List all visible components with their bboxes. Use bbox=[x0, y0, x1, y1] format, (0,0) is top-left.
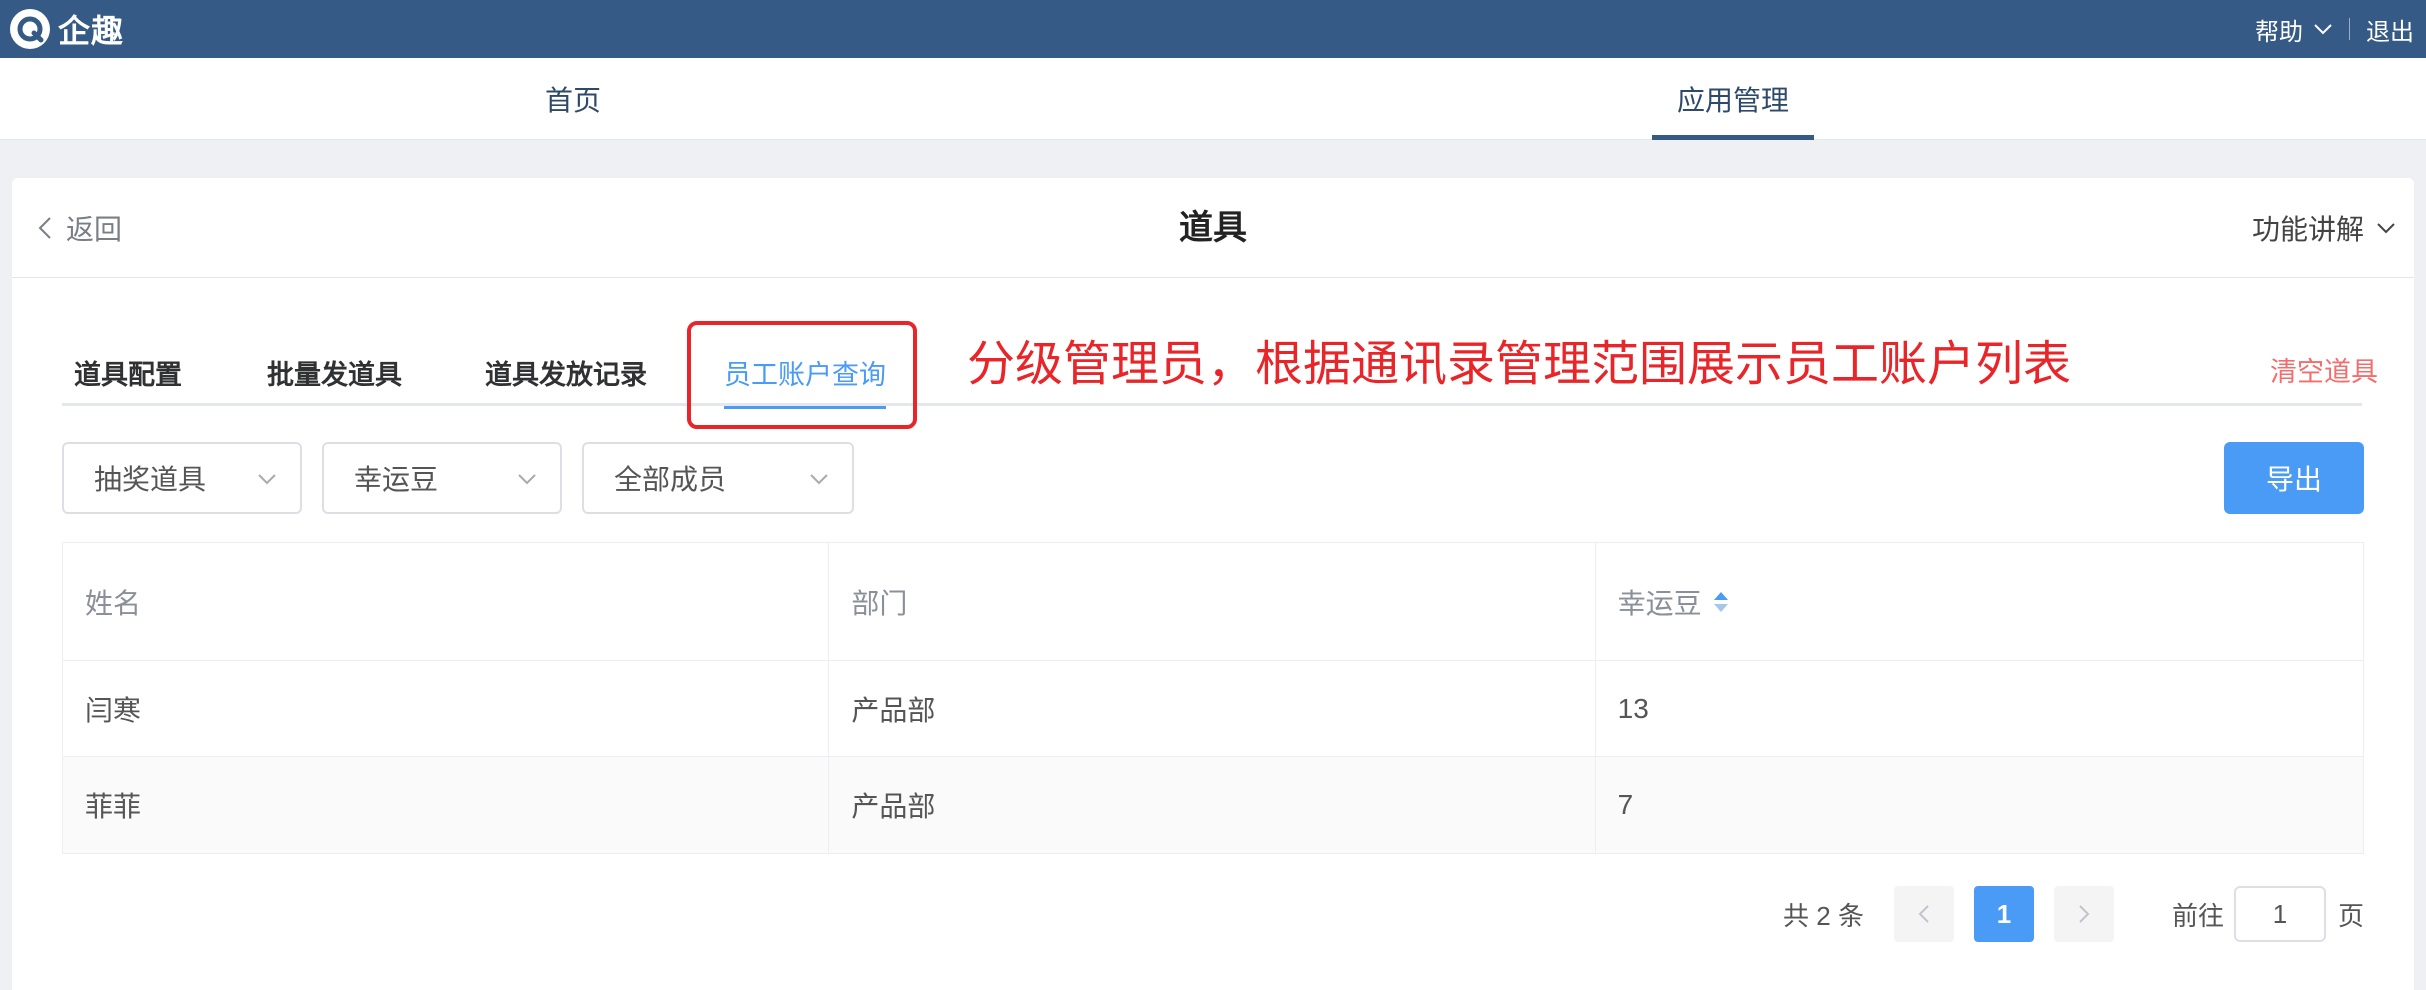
accounts-table: 姓名 部门 幸运豆 闫寒 产品部 13 菲菲 产品部 7 bbox=[62, 542, 2364, 854]
table-row: 闫寒 产品部 13 bbox=[63, 661, 2363, 757]
help-menu[interactable]: 帮助 bbox=[2255, 12, 2333, 47]
pagination: 共 2 条 1 前往 1 页 bbox=[1783, 886, 2364, 942]
currency-select[interactable]: 幸运豆 bbox=[322, 442, 562, 514]
table-header-row: 姓名 部门 幸运豆 bbox=[63, 543, 2363, 661]
cell-name: 闫寒 bbox=[63, 661, 830, 756]
chevron-down-icon bbox=[810, 474, 828, 485]
cell-name: 菲菲 bbox=[63, 757, 830, 853]
page-suffix: 页 bbox=[2337, 900, 2364, 931]
prev-page-button[interactable] bbox=[1893, 886, 1954, 942]
top-right-menu: 帮助 退出 bbox=[2255, 12, 2414, 47]
brand-name: 企趣 bbox=[58, 13, 125, 49]
prop-type-value: 抽奖道具 bbox=[94, 464, 207, 495]
content-card: 返回 道具 功能讲解 道具配置 批量发道具 道具发放记录 员工账户查询 分级管理… bbox=[12, 178, 2414, 990]
member-select[interactable]: 全部成员 bbox=[582, 442, 854, 514]
goto-label: 前往 bbox=[2171, 900, 2224, 931]
chevron-down-icon bbox=[518, 474, 536, 485]
goto-page-input[interactable]: 1 bbox=[2233, 886, 2326, 942]
chevron-left-icon bbox=[1918, 905, 1929, 923]
tab-batch-send[interactable]: 批量发道具 bbox=[267, 338, 402, 406]
divider bbox=[2349, 18, 2350, 40]
chevron-down-icon bbox=[258, 474, 276, 485]
nav-home[interactable]: 首页 bbox=[500, 58, 646, 140]
sort-icon[interactable] bbox=[1712, 590, 1730, 614]
page-number-button[interactable]: 1 bbox=[1973, 886, 2034, 942]
column-header-name: 姓名 bbox=[63, 543, 830, 660]
cell-lucky-beans: 7 bbox=[1617, 789, 1634, 820]
prop-type-select[interactable]: 抽奖道具 bbox=[62, 442, 302, 514]
logout-link[interactable]: 退出 bbox=[2366, 12, 2414, 47]
chevron-down-icon bbox=[2314, 24, 2332, 35]
main-nav: 首页 应用管理 bbox=[0, 58, 2426, 140]
annotation-highlight-box bbox=[687, 321, 917, 429]
column-header-department: 部门 bbox=[829, 543, 1596, 660]
column-header-lucky-beans[interactable]: 幸运豆 bbox=[1596, 543, 2363, 660]
nav-app-management[interactable]: 应用管理 bbox=[1652, 58, 1814, 140]
page-title: 道具 bbox=[1179, 209, 1247, 247]
chevron-right-icon bbox=[2079, 905, 2090, 923]
help-label: 帮助 bbox=[2255, 18, 2303, 46]
cell-department: 产品部 bbox=[829, 757, 1596, 853]
feature-help-menu[interactable]: 功能讲解 bbox=[2252, 178, 2396, 278]
feature-help-label: 功能讲解 bbox=[2251, 214, 2364, 245]
cell-department: 产品部 bbox=[829, 661, 1596, 756]
member-value: 全部成员 bbox=[614, 464, 727, 495]
chevron-down-icon bbox=[2377, 223, 2395, 234]
tab-send-records[interactable]: 道具发放记录 bbox=[485, 338, 647, 406]
brand-logo-icon bbox=[10, 9, 50, 49]
clear-props-link[interactable]: 清空道具 bbox=[2270, 338, 2378, 406]
annotation-text: 分级管理员，根据通讯录管理范围展示员工账户列表 bbox=[967, 338, 2072, 391]
table-row: 菲菲 产品部 7 bbox=[63, 757, 2363, 853]
pagination-total: 共 2 条 bbox=[1783, 900, 1864, 931]
tab-prop-config[interactable]: 道具配置 bbox=[74, 338, 182, 406]
cell-lucky-beans: 13 bbox=[1617, 692, 1649, 724]
currency-value: 幸运豆 bbox=[354, 464, 439, 495]
brand[interactable]: 企趣 bbox=[10, 6, 124, 52]
card-header: 返回 道具 功能讲解 bbox=[12, 178, 2414, 278]
top-bar: 企趣 帮助 退出 bbox=[0, 0, 2426, 58]
next-page-button[interactable] bbox=[2053, 886, 2114, 942]
export-button[interactable]: 导出 bbox=[2224, 442, 2364, 514]
